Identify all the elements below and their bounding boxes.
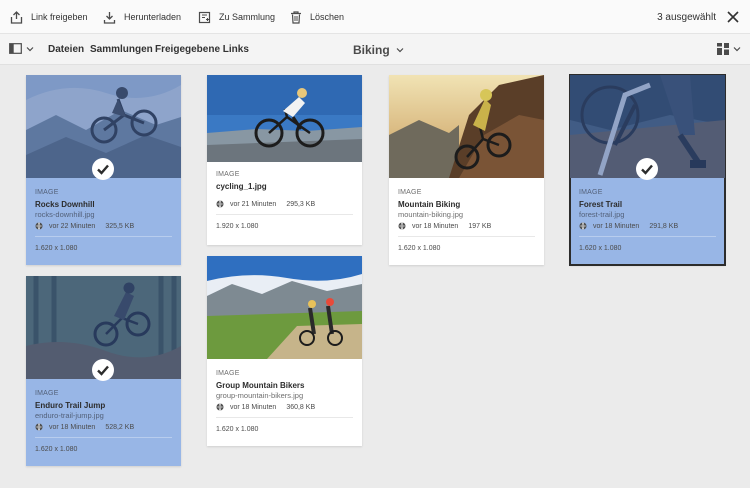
asset-filename: rocks-downhill.jpg [35,210,95,219]
action-bar: Link freigeben Herunterladen Zu Sammlung… [0,0,750,34]
asset-modified: vor 18 Minuten [49,423,96,431]
asset-card-mountain-biking[interactable]: IMAGE Mountain Biking mountain-biking.jp… [389,75,544,265]
divider [398,236,535,237]
asset-type: IMAGE [398,189,422,196]
asset-type: IMAGE [35,390,59,397]
share-link-label: Link freigeben [31,12,88,22]
divider [579,236,716,237]
chevron-down-icon [733,47,741,52]
selection-count: 3 ausgewählt [657,11,716,23]
asset-size: 360,8 KB [286,403,316,411]
asset-dimensions: 1.620 x 1.080 [216,426,259,433]
delete-label: Löschen [310,12,345,22]
folder-breadcrumb[interactable]: Biking [353,34,404,65]
asset-card-forest-trail[interactable]: IMAGE Forest Trail forest-trail.jpg vor … [569,74,726,266]
nav-files[interactable]: Dateien [48,34,84,65]
globe-icon [216,403,224,411]
asset-size: 295,3 KB [286,200,316,208]
share-link-button[interactable]: Link freigeben [10,0,88,34]
asset-dimensions: 1.620 x 1.080 [35,245,78,252]
asset-title: Forest Trail [579,200,623,209]
folder-title: Biking [353,42,390,57]
divider [35,437,172,438]
nav-bar: Dateien Sammlungen Freigegebene Links Bi… [0,34,750,65]
asset-type: IMAGE [216,370,240,377]
asset-type: IMAGE [216,171,240,178]
trash-icon [291,10,301,24]
asset-type: IMAGE [35,189,59,196]
asset-modified: vor 18 Minuten [412,222,459,230]
card-view-icon [717,43,729,55]
asset-size: 528,2 KB [105,423,135,431]
asset-meta: IMAGE Forest Trail forest-trail.jpg vor … [579,189,716,252]
asset-dimensions: 1.620 x 1.080 [579,245,622,252]
asset-filename: group-mountain-bikers.jpg [216,391,304,400]
asset-size: 325,5 KB [105,222,135,230]
asset-type: IMAGE [579,189,603,196]
asset-title: Mountain Biking [398,200,461,209]
collection-icon [198,11,211,23]
asset-thumbnail [207,256,362,359]
asset-meta: IMAGE cycling_1.jpg vor 21 Minuten 295,3… [216,171,353,230]
asset-dimensions: 1.620 x 1.080 [398,245,441,252]
asset-title: Enduro Trail Jump [35,401,106,410]
asset-size: 197 KB [468,222,492,230]
close-selection-button[interactable] [725,9,741,25]
asset-card-enduro-trail-jump[interactable]: IMAGE Enduro Trail Jump enduro-trail-jum… [26,276,181,466]
checkmark-icon [92,158,114,180]
asset-card-group-mountain-bikers[interactable]: IMAGE Group Mountain Bikers group-mounta… [207,256,362,446]
nav-shared-links[interactable]: Freigegebene Links [155,34,249,65]
asset-modified: vor 18 Minuten [593,222,640,230]
share-icon [10,10,23,24]
globe-icon [35,222,43,230]
asset-dimensions: 1.920 x 1.080 [216,223,259,230]
checkmark-icon [92,359,114,381]
download-button[interactable]: Herunterladen [103,0,181,34]
add-to-collection-label: Zu Sammlung [219,12,276,22]
asset-card-cycling-1[interactable]: IMAGE cycling_1.jpg vor 21 Minuten 295,3… [207,75,362,245]
asset-title: Group Mountain Bikers [216,381,305,390]
delete-button[interactable]: Löschen [290,0,344,34]
divider [35,236,172,237]
divider [216,214,353,215]
globe-icon [35,423,43,431]
asset-thumbnail [207,75,362,162]
asset-dimensions: 1.620 x 1.080 [35,446,78,453]
view-switcher[interactable] [717,43,741,55]
add-to-collection-button[interactable]: Zu Sammlung [198,0,275,34]
download-label: Herunterladen [124,12,182,22]
sidebar-panel-icon [9,43,22,54]
asset-size: 291,8 KB [649,222,679,230]
asset-filename: forest-trail.jpg [579,210,625,219]
checkmark-icon [636,158,658,180]
asset-title: cycling_1.jpg [216,182,267,191]
asset-filename: mountain-biking.jpg [398,210,464,219]
chevron-down-icon [396,47,404,52]
asset-thumbnail [389,75,544,178]
asset-card-rocks-downhill[interactable]: IMAGE Rocks Downhill rocks-downhill.jpg … [26,75,181,265]
close-icon [727,11,739,23]
asset-modified: vor 18 Minuten [230,403,277,411]
divider [216,417,353,418]
asset-filename: enduro-trail-jump.jpg [35,411,104,420]
asset-meta: IMAGE Enduro Trail Jump enduro-trail-jum… [35,390,172,453]
rail-toggle-button[interactable] [9,43,34,54]
asset-modified: vor 21 Minuten [230,200,277,208]
download-icon [103,11,116,24]
nav-collections[interactable]: Sammlungen [90,34,153,65]
asset-meta: IMAGE Group Mountain Bikers group-mounta… [216,370,353,433]
asset-modified: vor 22 Minuten [49,222,96,230]
globe-icon [398,222,406,230]
asset-meta: IMAGE Rocks Downhill rocks-downhill.jpg … [35,189,172,252]
chevron-down-icon [26,46,34,51]
globe-icon [579,222,587,230]
asset-title: Rocks Downhill [35,200,95,209]
globe-icon [216,200,224,208]
asset-meta: IMAGE Mountain Biking mountain-biking.jp… [398,189,535,252]
